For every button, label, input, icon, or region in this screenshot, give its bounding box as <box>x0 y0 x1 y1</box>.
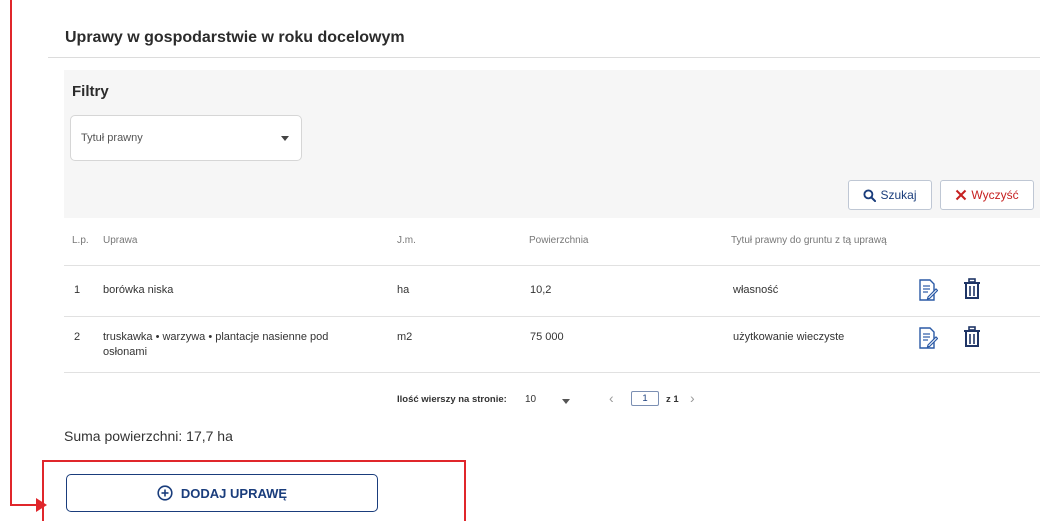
row-unit: ha <box>397 284 410 296</box>
close-icon <box>956 189 967 201</box>
section-divider <box>48 57 1040 58</box>
column-header-area: Powierzchnia <box>529 235 589 246</box>
add-crop-button[interactable]: DODAJ UPRAWĘ <box>66 474 378 512</box>
row-legal-title: własność <box>733 284 779 296</box>
trash-icon[interactable] <box>962 326 982 348</box>
rows-per-page-label: Ilość wierszy na stronie: <box>397 394 507 405</box>
column-header-legal-title: Tytuł prawny do gruntu z tą uprawą <box>731 235 887 246</box>
legal-title-select-placeholder: Tytuł prawny <box>81 132 143 144</box>
section-title: Uprawy w gospodarstwie w roku docelowym <box>65 29 405 46</box>
add-crop-button-label: DODAJ UPRAWĘ <box>180 485 288 501</box>
row-crop-line2: osłonami <box>103 346 148 358</box>
edit-icon[interactable] <box>918 279 938 301</box>
row-crop: borówka niska <box>103 284 174 296</box>
edit-icon[interactable] <box>918 327 938 349</box>
row-area: 10,2 <box>530 284 552 296</box>
row-crop: truskawka • warzywa • plantacje nasienne… <box>103 331 329 343</box>
search-button-label: Szukaj <box>880 188 917 202</box>
current-page-input[interactable]: 1 <box>631 391 659 406</box>
chevron-down-icon[interactable] <box>562 399 570 404</box>
row-legal-title: użytkowanie wieczyste <box>733 331 845 343</box>
row-area: 75 000 <box>530 331 564 343</box>
filters-panel: Filtry Tytuł prawny Szukaj Wyczyść <box>64 70 1040 218</box>
table-row: 1 borówka niska ha 10,2 własność <box>64 266 1040 317</box>
area-sum: Suma powierzchni: 17,7 ha <box>64 428 233 444</box>
table-row: 2 truskawka • warzywa • plantacje nasien… <box>64 317 1040 373</box>
trash-icon[interactable] <box>962 278 982 300</box>
column-header-crop: Uprawa <box>103 235 138 246</box>
annotation-line-horizontal <box>10 504 38 506</box>
row-lp: 2 <box>74 331 81 343</box>
rows-per-page-select[interactable]: 10 <box>525 394 536 405</box>
prev-page-button[interactable]: ‹ <box>609 390 614 406</box>
clear-button[interactable]: Wyczyść <box>940 180 1034 210</box>
legal-title-select[interactable]: Tytuł prawny <box>70 115 302 161</box>
filters-title: Filtry <box>72 83 109 100</box>
next-page-button[interactable]: › <box>690 390 695 406</box>
annotation-line-vertical <box>10 0 12 506</box>
row-lp: 1 <box>74 284 81 296</box>
column-header-unit: J.m. <box>397 235 416 246</box>
search-button[interactable]: Szukaj <box>848 180 932 210</box>
column-header-lp: L.p. <box>72 235 89 246</box>
clear-button-label: Wyczyść <box>971 188 1019 202</box>
page-count-text: z 1 <box>666 394 679 405</box>
chevron-down-icon <box>281 136 289 141</box>
search-icon <box>863 188 877 202</box>
row-unit: m2 <box>397 331 413 343</box>
table-header: L.p. Uprawa J.m. Powierzchnia Tytuł praw… <box>64 226 1040 266</box>
plus-circle-icon <box>157 485 173 501</box>
